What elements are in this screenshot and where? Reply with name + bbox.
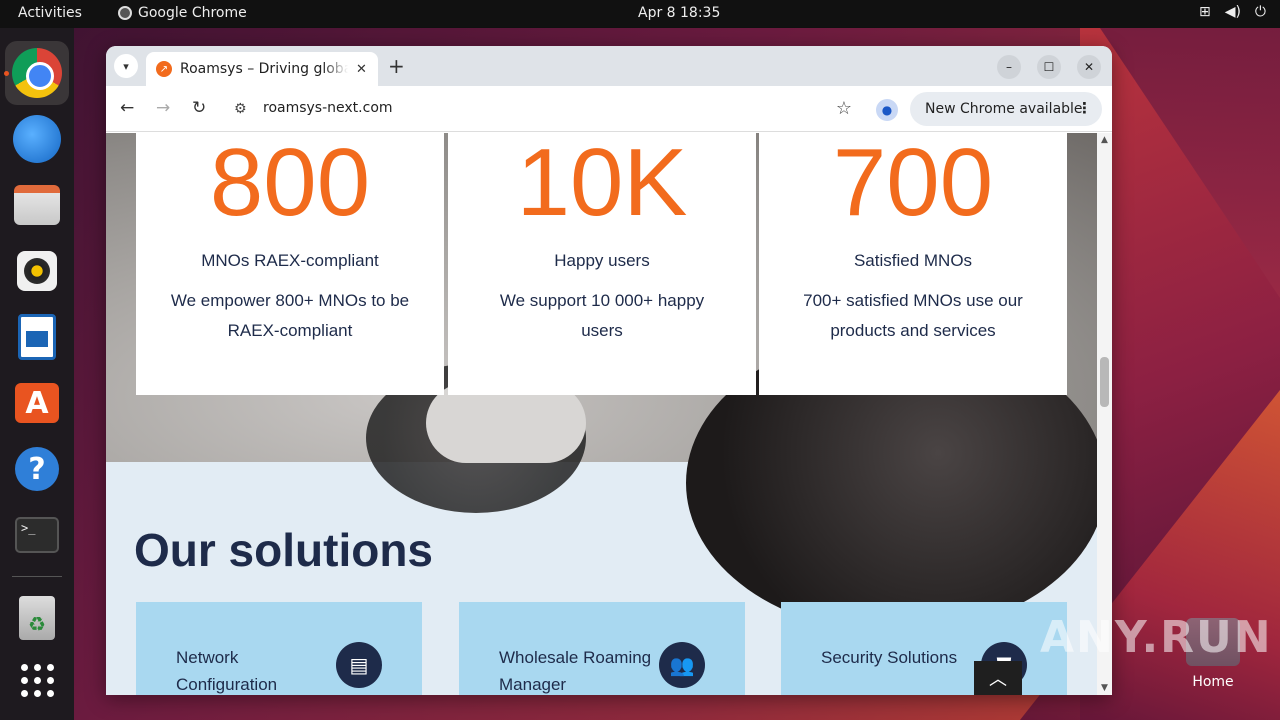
page-viewport: 800 MNOs RAEX-compliant We empower 800+ … — [106, 133, 1097, 695]
site-settings-icon[interactable]: ⚙ — [234, 101, 247, 117]
maximize-button[interactable]: ☐ — [1037, 55, 1061, 79]
scroll-up-arrow-icon[interactable]: ▲ — [1101, 135, 1108, 145]
gnome-top-bar: Activities Google Chrome Apr 8 18:35 ⊞ ◀… — [0, 0, 1280, 28]
system-tray[interactable]: ⊞ ◀) ⏻ — [1199, 4, 1266, 20]
running-indicator — [4, 71, 9, 76]
chrome-icon — [118, 6, 132, 20]
volume-icon: ◀) — [1224, 4, 1241, 20]
back-button[interactable]: ← — [120, 98, 134, 118]
chrome-window: ▾ ↗ Roamsys – Driving global ✕ + – ☐ ✕ ←… — [106, 46, 1112, 695]
rhythmbox-icon — [17, 251, 57, 291]
power-icon: ⏻ — [1254, 4, 1266, 20]
dock-trash[interactable]: ♻ — [5, 586, 69, 650]
stat-description: We empower 800+ MNOs to be RAEX-complian… — [170, 291, 410, 340]
dock-rhythmbox[interactable] — [5, 239, 69, 303]
chrome-icon — [12, 48, 62, 98]
terminal-icon: >_ — [15, 517, 59, 553]
browser-toolbar: ← → ↻ ⚙ roamsys-next.com ☆ ● New Chrome … — [106, 86, 1112, 132]
reload-button[interactable]: ↻ — [192, 98, 206, 118]
stat-label: Satisfied MNOs — [853, 251, 973, 270]
stat-description: 700+ satisfied MNOs use our products and… — [803, 291, 1023, 340]
new-tab-button[interactable]: + — [388, 54, 405, 78]
stat-label: MNOs RAEX-compliant — [201, 251, 379, 270]
solution-card-network[interactable]: Network Configuration ▤ — [136, 602, 422, 695]
tab-title: Roamsys – Driving global — [180, 61, 348, 77]
home-label: Home — [1192, 674, 1234, 690]
kebab-menu-icon[interactable]: ⋮ — [1077, 99, 1092, 117]
dock-separator — [12, 576, 62, 577]
server-icon: ▤ — [336, 642, 382, 688]
app-center-icon: A — [15, 383, 59, 423]
forward-button[interactable]: → — [156, 98, 170, 118]
dock-app-center[interactable]: A — [5, 371, 69, 435]
tab-strip: ▾ ↗ Roamsys – Driving global ✕ + – ☐ ✕ — [106, 46, 1112, 86]
stat-number: 10K — [516, 133, 688, 236]
url-text[interactable]: roamsys-next.com — [263, 100, 393, 116]
solution-label: Wholesale Roaming Manager — [499, 648, 652, 694]
network-icon: ⊞ — [1198, 4, 1211, 20]
stat-label: Happy users — [554, 251, 650, 270]
stat-number: 800 — [209, 133, 371, 236]
section-title: Our solutions — [134, 524, 433, 576]
page-scrollbar[interactable]: ▲ ▼ — [1097, 133, 1112, 695]
roamsys-favicon-icon: ↗ — [156, 61, 172, 77]
writer-icon — [18, 314, 56, 360]
scrollbar-thumb[interactable] — [1100, 357, 1109, 407]
tab-close-icon[interactable]: ✕ — [356, 62, 367, 77]
stat-card: 700 Satisfied MNOs 700+ satisfied MNOs u… — [759, 133, 1067, 395]
dock-terminal[interactable]: >_ — [5, 503, 69, 567]
files-icon — [14, 185, 60, 225]
dock-help[interactable]: ? — [5, 437, 69, 501]
app-name: Google Chrome — [138, 5, 247, 21]
address-bar[interactable]: ⚙ roamsys-next.com ☆ — [224, 92, 858, 126]
solution-card-security[interactable]: Security Solutions ⛊ — [781, 602, 1067, 695]
profile-icon[interactable]: ● — [876, 99, 898, 121]
solution-card-wholesale[interactable]: Wholesale Roaming Manager 👥 — [459, 602, 745, 695]
help-icon: ? — [15, 447, 59, 491]
dock-thunderbird[interactable] — [5, 107, 69, 171]
activities-button[interactable]: Activities — [18, 5, 82, 21]
dock-chrome[interactable] — [5, 41, 69, 105]
dock-files[interactable] — [5, 173, 69, 237]
stat-card: 800 MNOs RAEX-compliant We empower 800+ … — [136, 133, 444, 395]
users-icon: 👥 — [659, 642, 705, 688]
dock: A ? >_ ♻ — [0, 28, 74, 720]
tab-search-button[interactable]: ▾ — [114, 54, 138, 78]
dock-writer[interactable] — [5, 305, 69, 369]
bookmark-star-icon[interactable]: ☆ — [836, 98, 852, 119]
scroll-down-arrow-icon[interactable]: ▼ — [1101, 683, 1108, 693]
app-menu[interactable]: Google Chrome — [118, 5, 247, 21]
stat-number: 700 — [832, 133, 994, 236]
chevron-up-icon: ︿ — [989, 669, 1007, 690]
solution-label: Security Solutions — [821, 648, 958, 667]
clock[interactable]: Apr 8 18:35 — [638, 5, 720, 21]
solution-label: Network Configuration — [176, 648, 278, 694]
show-apps-button[interactable] — [5, 648, 69, 712]
stat-description: We support 10 000+ happy users — [499, 291, 705, 340]
minimize-button[interactable]: – — [997, 55, 1021, 79]
watermark-logo: ANY.RUN — [1040, 612, 1273, 663]
apps-grid-icon — [20, 663, 54, 697]
update-label: New Chrome available — [925, 101, 1083, 117]
trash-icon: ♻ — [19, 596, 55, 640]
close-window-button[interactable]: ✕ — [1077, 55, 1101, 79]
tab-roamsys[interactable]: ↗ Roamsys – Driving global ✕ — [146, 52, 378, 86]
scroll-to-top-button[interactable]: ︿ — [974, 661, 1022, 695]
update-chrome-button[interactable]: New Chrome available ⋮ — [910, 92, 1102, 126]
thunderbird-icon — [13, 115, 61, 163]
stat-card: 10K Happy users We support 10 000+ happy… — [448, 133, 756, 395]
